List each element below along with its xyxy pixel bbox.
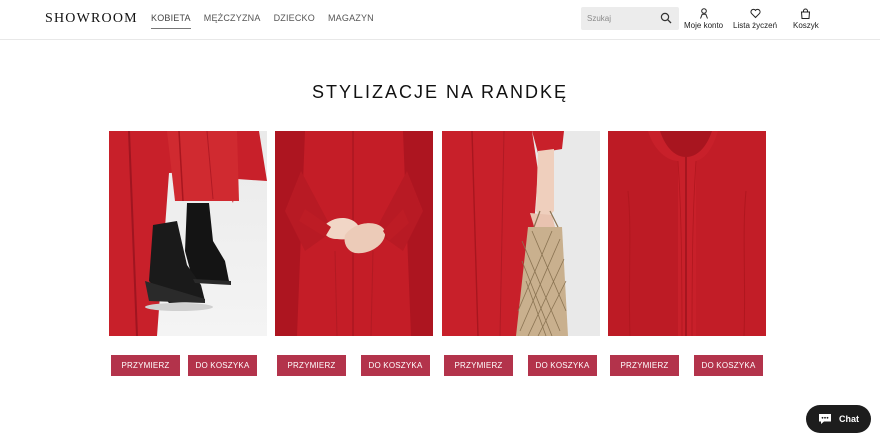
product-photo-collar-detail[interactable] xyxy=(608,131,766,336)
search-icon[interactable] xyxy=(660,12,672,24)
site-header: SHOWROOM KOBIETA MĘŻCZYZNA DZIECKO MAGAZ… xyxy=(0,0,880,40)
nav-item-dziecko[interactable]: DZIECKO xyxy=(274,13,315,29)
wishlist-label: Lista życzeń xyxy=(733,21,778,30)
add-to-cart-button[interactable]: DO KOSZYKA xyxy=(528,355,597,376)
nav-item-mezczyzna[interactable]: MĘŻCZYZNA xyxy=(204,13,261,29)
outfit-card-4: PRZYMIERZ DO KOSZYKA xyxy=(608,131,766,376)
outfit-card-3: PRZYMIERZ DO KOSZYKA xyxy=(442,131,600,376)
user-icon xyxy=(699,8,708,19)
chat-button[interactable]: Chat xyxy=(806,405,871,433)
shopping-bag-icon xyxy=(801,8,811,19)
search-box xyxy=(581,7,679,30)
try-on-button[interactable]: PRZYMIERZ xyxy=(111,355,180,376)
account-label: Moje konto xyxy=(684,21,724,30)
add-to-cart-button[interactable]: DO KOSZYKA xyxy=(188,355,257,376)
outfit-card-2: PRZYMIERZ DO KOSZYKA xyxy=(275,131,433,376)
page: SHOWROOM KOBIETA MĘŻCZYZNA DZIECKO MAGAZ… xyxy=(0,0,880,437)
add-to-cart-button[interactable]: DO KOSZYKA xyxy=(361,355,430,376)
add-to-cart-button[interactable]: DO KOSZYKA xyxy=(694,355,763,376)
try-on-button[interactable]: PRZYMIERZ xyxy=(444,355,513,376)
account-link[interactable]: Moje konto xyxy=(684,8,723,30)
chat-label: Chat xyxy=(839,414,859,424)
product-photo-hands-coat[interactable] xyxy=(275,131,433,336)
product-photo-net-bag[interactable] xyxy=(442,131,600,336)
search-input[interactable] xyxy=(587,12,657,25)
try-on-button[interactable]: PRZYMIERZ xyxy=(277,355,346,376)
cart-link[interactable]: Koszyk xyxy=(793,8,819,30)
main-nav: KOBIETA MĘŻCZYZNA DZIECKO MAGAZYN xyxy=(151,13,374,29)
nav-item-magazyn[interactable]: MAGAZYN xyxy=(328,13,374,29)
chat-bubble-icon xyxy=(819,414,831,424)
page-title: STYLIZACJE NA RANDKĘ xyxy=(311,82,569,102)
try-on-button[interactable]: PRZYMIERZ xyxy=(610,355,679,376)
wishlist-link[interactable]: Lista życzeń xyxy=(733,8,777,30)
heart-icon xyxy=(749,8,761,19)
logo[interactable]: SHOWROOM xyxy=(45,11,138,27)
outfit-card-1: PRZYMIERZ DO KOSZYKA xyxy=(109,131,267,376)
cart-label: Koszyk xyxy=(793,21,819,30)
product-photo-boots[interactable] xyxy=(109,131,267,336)
nav-item-kobieta[interactable]: KOBIETA xyxy=(151,13,191,29)
